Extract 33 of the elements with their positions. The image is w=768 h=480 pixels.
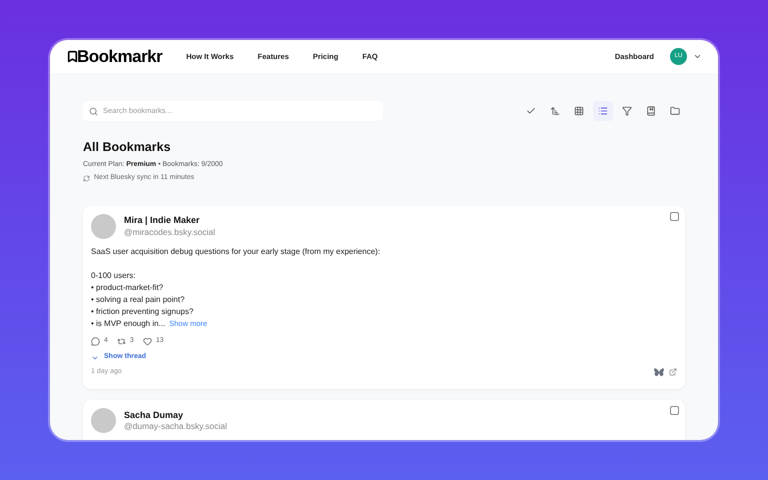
external-link-icon[interactable] <box>669 368 677 376</box>
post-text: • solving a real pain point? <box>91 294 186 306</box>
check-icon <box>526 106 536 116</box>
author-name: Mira | Indie Maker <box>124 215 201 227</box>
post-text: • friction preventing signups? <box>91 306 194 318</box>
post-text: SaaS user acquisition debug questions for your early stage (from my experience): <box>91 246 382 258</box>
sort-icon <box>550 106 560 116</box>
butterfly-icon[interactable] <box>654 368 664 376</box>
select-checkbox[interactable] <box>670 406 679 416</box>
brand-logo[interactable]: Bookmarkr <box>77 44 162 70</box>
repost-icon[interactable] <box>116 336 126 346</box>
select-checkbox[interactable] <box>670 212 679 221</box>
sync-icon <box>83 175 90 182</box>
grid-icon <box>574 106 584 116</box>
author-handle: @dumay-sacha.bsky.social <box>124 421 227 432</box>
reply-icon[interactable] <box>91 336 100 346</box>
logo-icon <box>66 50 79 63</box>
filter-icon <box>622 106 632 116</box>
list-button[interactable] <box>593 101 613 121</box>
avatar <box>91 408 116 434</box>
avatar <box>91 214 116 239</box>
author-handle: @miracodes.bsky.social <box>124 226 216 238</box>
folder-icon <box>670 106 680 116</box>
chevron-down-icon[interactable] <box>693 52 702 61</box>
heart-icon[interactable] <box>142 336 152 346</box>
bookmark-icon <box>646 106 656 116</box>
author-name: Sacha Dumay <box>124 410 184 422</box>
post-text: 0-100 users: <box>91 270 136 282</box>
post-text: • product-market-fit? <box>91 282 164 294</box>
list-icon <box>598 106 608 116</box>
page-title: All Bookmarks <box>83 139 172 156</box>
post-text: • is MVP enough in... <box>91 318 166 330</box>
search-icon <box>89 106 98 116</box>
